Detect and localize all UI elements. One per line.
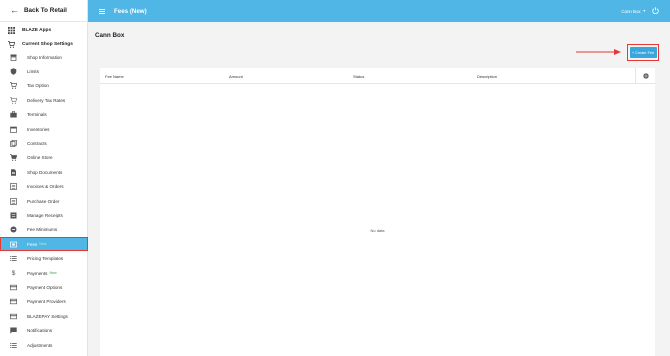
- back-to-retail-link[interactable]: ← Back To Retail: [0, 0, 87, 22]
- sidebar-item-fees[interactable]: Fees New: [0, 237, 88, 252]
- sidebar-item-label: Shop Information: [27, 54, 62, 60]
- shield-icon: [10, 68, 17, 75]
- sidebar-item-label: Online Store: [27, 155, 53, 161]
- list-icon: [10, 342, 17, 349]
- sidebar-item-label: Pricing Templates: [27, 256, 64, 262]
- shop-selector-label: Cann Box: [621, 8, 641, 14]
- sidebar-item-delivery-tax-rates[interactable]: Delivery Tax Rates: [0, 93, 88, 107]
- settings-nav: Shop Information Limits Tax Option Deliv…: [0, 50, 88, 352]
- receipt-icon: [10, 212, 17, 219]
- sidebar-item-label: Payment Providers: [27, 299, 66, 305]
- invoice-icon: [10, 183, 17, 191]
- sidebar-item-shop-documents[interactable]: Shop Documents: [0, 165, 88, 179]
- sidebar-item-label: Adjustments: [27, 342, 53, 348]
- sidebar-item-online-store[interactable]: Online Store: [0, 151, 88, 165]
- gear-icon: [642, 73, 649, 79]
- sidebar-item-payment-providers[interactable]: Payment Providers: [0, 295, 88, 309]
- dollar-icon: $: [11, 269, 16, 277]
- sidebar-item-tax-option[interactable]: Tax Option: [0, 79, 88, 93]
- sidebar: ← Back To Retail BLAZE Apps Current Shop…: [0, 0, 88, 356]
- credit-card-icon: [10, 298, 17, 305]
- cart-icon: [8, 40, 15, 48]
- page-title: Cann Box: [95, 32, 125, 39]
- calendar-icon: [10, 126, 17, 133]
- new-badge: New: [49, 271, 57, 276]
- sidebar-item-adjustments[interactable]: Adjustments: [0, 338, 88, 352]
- current-shop-settings-label: Current Shop Settings: [22, 41, 73, 47]
- sidebar-item-label: Fee Minimums: [27, 227, 58, 233]
- storefront-icon: [10, 54, 17, 61]
- sidebar-item-label: Invoices & Orders: [27, 184, 64, 190]
- sidebar-item-label: Contracts: [27, 141, 47, 147]
- sidebar-item-limits[interactable]: Limits: [0, 64, 88, 78]
- blaze-apps-label: BLAZE Apps: [22, 27, 52, 33]
- copy-icon: [10, 140, 17, 147]
- cart-icon: [10, 154, 17, 162]
- column-settings[interactable]: [635, 68, 655, 84]
- column-header-status[interactable]: Status: [353, 74, 364, 79]
- sidebar-item-purchase-order[interactable]: Purchase Order: [0, 194, 88, 208]
- sidebar-item-invoices-orders[interactable]: Invoices & Orders: [0, 180, 88, 194]
- create-fee-highlight: + Create Fee: [627, 44, 659, 61]
- sidebar-item-label: Purchase Order: [27, 198, 60, 204]
- sidebar-item-label: Manage Receipts: [27, 212, 63, 218]
- column-header-amount[interactable]: Amount: [229, 74, 243, 79]
- sidebar-item-label: BLAZEPAY Settings: [27, 313, 68, 319]
- sidebar-item-label: Shop Documents: [27, 169, 63, 175]
- sidebar-item-label: Notifications: [27, 328, 53, 334]
- column-header-description[interactable]: Description: [477, 74, 497, 79]
- briefcase-icon: [10, 111, 17, 118]
- sidebar-item-payment-options[interactable]: Payment Options: [0, 280, 88, 294]
- sidebar-item-payments[interactable]: $ Payments New: [0, 266, 88, 280]
- apps-grid-icon: [8, 26, 15, 34]
- credit-card-icon: [10, 284, 17, 291]
- current-shop-settings-header[interactable]: Current Shop Settings: [0, 37, 87, 51]
- top-bar: Fees (New) Cann Box ▼: [88, 0, 670, 22]
- cart-discount-icon: [10, 97, 17, 104]
- chevron-down-icon: ▼: [642, 9, 646, 13]
- chat-icon: [10, 327, 17, 334]
- sidebar-item-label: Terminals: [27, 112, 47, 118]
- sidebar-item-contracts[interactable]: Contracts: [0, 136, 88, 150]
- sidebar-item-label: Payments: [27, 270, 48, 276]
- blaze-apps-link[interactable]: BLAZE Apps: [0, 23, 87, 37]
- sidebar-item-label: Fees: [27, 241, 38, 247]
- fees-icon: [10, 241, 17, 248]
- hamburger-menu-icon[interactable]: [99, 8, 105, 14]
- power-icon[interactable]: [652, 7, 659, 14]
- sidebar-item-label: Delivery Tax Rates: [27, 97, 66, 103]
- sidebar-item-manage-receipts[interactable]: Manage Receipts: [0, 208, 88, 222]
- fees-table: Fee Name Amount Status Description No da…: [100, 68, 655, 356]
- sidebar-item-shop-information[interactable]: Shop Information: [0, 50, 88, 64]
- column-header-fee-name[interactable]: Fee Name: [105, 74, 124, 79]
- sidebar-item-terminals[interactable]: Terminals: [0, 108, 88, 122]
- invoice-icon: [10, 197, 17, 205]
- list-icon: [10, 255, 17, 262]
- table-header: Fee Name Amount Status Description: [100, 68, 655, 84]
- cart-icon: [10, 82, 17, 90]
- sidebar-item-label: Inventories: [27, 126, 50, 132]
- sidebar-item-notifications[interactable]: Notifications: [0, 323, 88, 337]
- sidebar-item-label: Payment Options: [27, 284, 63, 290]
- coin-icon: [10, 226, 17, 233]
- sidebar-item-pricing-templates[interactable]: Pricing Templates: [0, 251, 88, 265]
- empty-state-text: No data: [370, 228, 385, 233]
- red-arrow-annotation: [576, 49, 621, 55]
- sidebar-item-inventories[interactable]: Inventories: [0, 122, 88, 136]
- document-icon: [10, 169, 17, 176]
- sidebar-item-label: Limits: [27, 69, 39, 75]
- sidebar-item-blazepay-settings[interactable]: BLAZEPAY Settings: [0, 309, 88, 323]
- arrow-left-icon: ←: [10, 5, 19, 15]
- back-to-retail-label: Back To Retail: [24, 7, 67, 14]
- sidebar-item-fee-minimums[interactable]: Fee Minimums: [0, 223, 88, 237]
- create-fee-button[interactable]: + Create Fee: [629, 47, 657, 58]
- new-badge: New: [39, 242, 47, 247]
- page-header-title: Fees (New): [114, 7, 147, 15]
- credit-card-icon: [10, 313, 17, 320]
- shop-selector[interactable]: Cann Box ▼: [621, 9, 646, 14]
- sidebar-item-label: Tax Option: [27, 83, 49, 89]
